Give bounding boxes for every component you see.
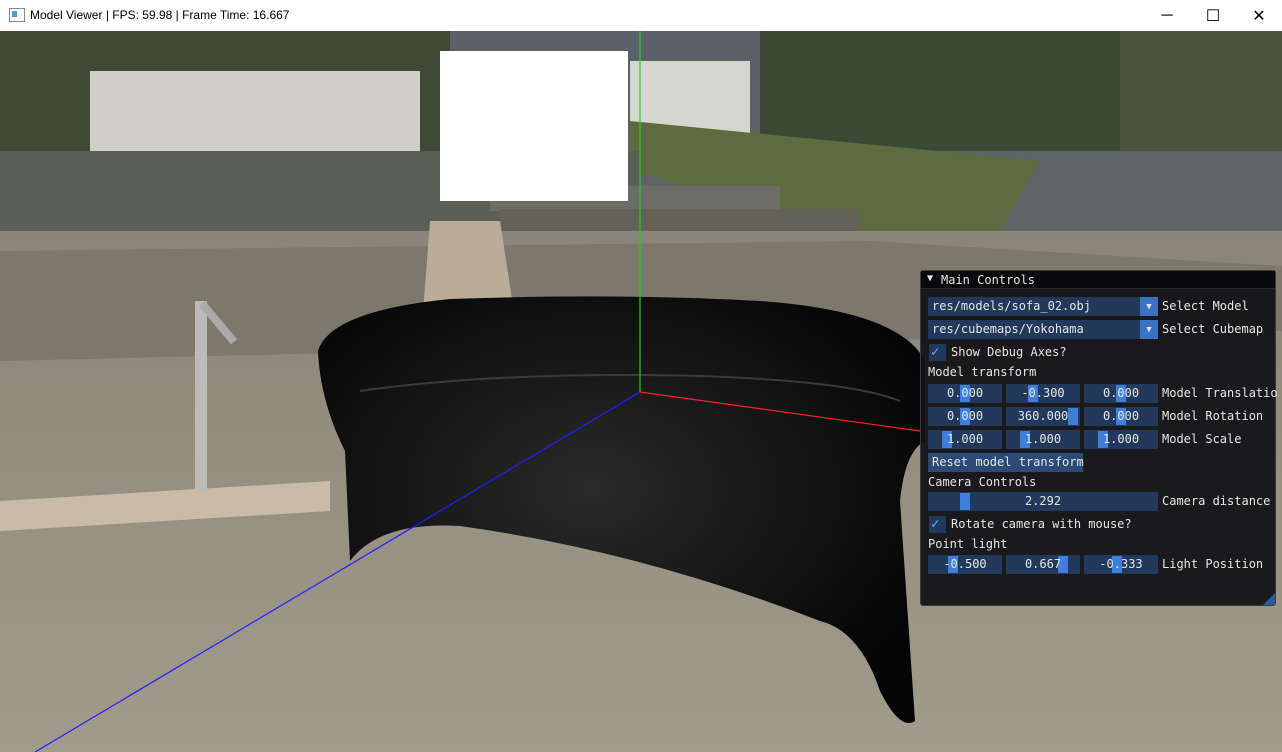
light-z-slider[interactable]: -0.333 — [1084, 555, 1158, 574]
rotation-x-drag[interactable]: 0.000 — [928, 407, 1002, 426]
light-x-value: -0.500 — [943, 557, 987, 571]
chevron-down-icon[interactable]: ▼ — [1140, 320, 1158, 339]
scale-z-value: 1.000 — [1102, 432, 1140, 446]
checkmark-icon: ✓ — [931, 344, 940, 360]
building-left — [90, 71, 420, 151]
railing-post — [195, 301, 207, 491]
resize-grip-icon[interactable] — [1263, 593, 1275, 605]
translation-y-drag[interactable]: -0.300 — [1006, 384, 1080, 403]
reset-transform-label: Reset model transform — [932, 455, 1084, 469]
window-title: Model Viewer | FPS: 59.98 | Frame Time: … — [30, 8, 290, 22]
reset-transform-button[interactable]: Reset model transform — [928, 453, 1084, 472]
translation-x-value: 0.000 — [946, 386, 984, 400]
translation-x-drag[interactable]: 0.000 — [928, 384, 1002, 403]
cubemap-select-combo[interactable]: res/cubemaps/Yokohama ▼ — [928, 320, 1158, 339]
app-icon — [9, 8, 25, 22]
close-button[interactable]: ✕ — [1236, 0, 1282, 31]
scale-x-value: 1.000 — [946, 432, 984, 446]
step-2 — [500, 209, 860, 234]
maximize-button[interactable]: ☐ — [1190, 0, 1236, 31]
rotation-y-drag[interactable]: 360.000 — [1006, 407, 1080, 426]
light-z-value: -0.333 — [1099, 557, 1143, 571]
light-y-slider[interactable]: 0.667 — [1006, 555, 1080, 574]
model-select-value: res/models/sofa_02.obj — [932, 299, 1091, 313]
translation-z-drag[interactable]: 0.000 — [1084, 384, 1158, 403]
rotation-x-value: 0.000 — [946, 409, 984, 423]
rotate-camera-label: Rotate camera with mouse? — [951, 517, 1132, 531]
camera-controls-header: Camera Controls — [928, 475, 1037, 489]
scale-y-drag[interactable]: 1.000 — [1006, 430, 1080, 449]
rotation-y-value: 360.000 — [1017, 409, 1069, 423]
trees-far-right — [1120, 31, 1282, 151]
rotation-label: Model Rotation — [1162, 409, 1264, 423]
collapse-triangle-icon[interactable]: ▼ — [927, 273, 933, 284]
light-cube — [440, 51, 628, 201]
camera-distance-slider[interactable]: 2.292 — [928, 492, 1158, 511]
chevron-down-icon[interactable]: ▼ — [1140, 297, 1158, 316]
model-transform-header: Model transform — [928, 365, 1037, 379]
app-window: Model Viewer | FPS: 59.98 | Frame Time: … — [0, 0, 1282, 752]
model-select-label: Select Model — [1162, 299, 1249, 313]
translation-y-value: -0.300 — [1021, 386, 1065, 400]
minimize-button[interactable]: ─ — [1144, 0, 1190, 31]
scale-y-value: 1.000 — [1024, 432, 1062, 446]
tree-area-right — [760, 31, 1120, 151]
checkmark-icon: ✓ — [931, 516, 940, 532]
light-x-slider[interactable]: -0.500 — [928, 555, 1002, 574]
model-select-combo[interactable]: res/models/sofa_02.obj ▼ — [928, 297, 1158, 316]
debug-axes-label: Show Debug Axes? — [951, 345, 1067, 359]
rotation-z-value: 0.000 — [1102, 409, 1140, 423]
translation-label: Model Translatio — [1162, 386, 1278, 400]
main-controls-panel[interactable]: ▼ Main Controls res/models/sofa_02.obj ▼… — [920, 270, 1278, 606]
rotate-camera-checkbox[interactable]: ✓ — [929, 516, 946, 533]
camera-distance-value: 2.292 — [1024, 494, 1062, 508]
translation-z-value: 0.000 — [1102, 386, 1140, 400]
debug-axes-checkbox[interactable]: ✓ — [929, 344, 946, 361]
scale-label: Model Scale — [1162, 432, 1242, 446]
scale-x-drag[interactable]: 1.000 — [928, 430, 1002, 449]
point-light-header: Point light — [928, 537, 1008, 551]
panel-title: Main Controls — [941, 273, 1035, 287]
rotation-z-drag[interactable]: 0.000 — [1084, 407, 1158, 426]
light-position-label: Light Position — [1162, 557, 1264, 571]
camera-distance-label: Camera distance — [1162, 494, 1271, 508]
title-bar[interactable]: Model Viewer | FPS: 59.98 | Frame Time: … — [0, 0, 1282, 32]
cubemap-select-label: Select Cubemap — [1162, 322, 1264, 336]
light-y-value: 0.667 — [1024, 557, 1062, 571]
cubemap-select-value: res/cubemaps/Yokohama — [932, 322, 1084, 336]
panel-title-bar[interactable]: ▼ Main Controls — [921, 271, 1275, 289]
scale-z-drag[interactable]: 1.000 — [1084, 430, 1158, 449]
